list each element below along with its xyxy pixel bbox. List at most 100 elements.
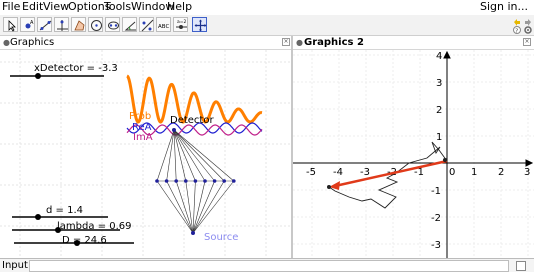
slit-point[interactable]: [222, 179, 226, 183]
move-view-tool-button[interactable]: [192, 17, 207, 32]
slider-lambda[interactable]: lambda = 0.69: [12, 221, 131, 233]
input-label: Input:: [2, 260, 32, 271]
line-tool-button[interactable]: [37, 17, 52, 32]
slit-point[interactable]: [232, 179, 236, 183]
menu-help[interactable]: Help: [167, 0, 192, 14]
reflect-icon: [141, 19, 154, 32]
slit-point[interactable]: [184, 179, 188, 183]
cursor-arrow-icon: [8, 20, 16, 32]
svg-text:?: ?: [515, 28, 518, 34]
slider-tool-button[interactable]: ABC: [156, 17, 171, 32]
redo-icon[interactable]: [524, 18, 532, 26]
path-line: [156, 129, 175, 182]
menu-view[interactable]: View: [43, 0, 69, 14]
path-line: [173, 129, 196, 182]
input-field[interactable]: [29, 260, 509, 272]
path-line: [192, 180, 215, 234]
path-line: [173, 129, 206, 182]
polygon-tool-button[interactable]: [71, 17, 86, 32]
close-graphics-icon[interactable]: ×: [282, 38, 290, 46]
y-tick-label: 1: [436, 132, 442, 143]
polygon-icon: [74, 20, 85, 31]
source-label: Source: [204, 232, 238, 243]
perpendicular-line-icon: [57, 20, 68, 31]
point-icon: A: [25, 20, 34, 29]
move-tool-button[interactable]: [3, 17, 18, 32]
path-line: [192, 180, 225, 234]
slit-point[interactable]: [164, 179, 169, 183]
close-graphics2-icon[interactable]: ×: [523, 38, 531, 46]
xdetector-label: xDetector = -3.3: [34, 63, 118, 74]
ellipse-tool-button[interactable]: [105, 17, 120, 32]
slider-text-icon: ABC: [158, 24, 169, 30]
svg-text:a=2: a=2: [177, 19, 187, 25]
slit-point[interactable]: [193, 179, 198, 183]
svg-text:ABC: ABC: [158, 24, 169, 30]
lambda-label: lambda = 0.69: [57, 221, 131, 232]
y-tick-label: -3: [431, 240, 441, 251]
d-label: d = 1.4: [46, 205, 83, 216]
slit-point[interactable]: [212, 179, 217, 183]
graphics2-panel-title: Graphics 2: [304, 37, 364, 48]
toolbar: A ABC a=2 ?: [0, 15, 534, 36]
svg-text:A: A: [30, 20, 34, 26]
x-tick-label: 2: [498, 167, 504, 178]
x-tick-label: -5: [306, 167, 316, 178]
slit-point[interactable]: [203, 179, 207, 183]
y-tick-label: 4: [436, 51, 442, 62]
x-tick-label: -3: [360, 167, 370, 178]
slider-knob[interactable]: [35, 214, 41, 220]
resultant-amplitude-arrow[interactable]: [334, 159, 448, 188]
slit-points[interactable]: [155, 179, 236, 183]
path-line: [166, 180, 194, 234]
path-line: [185, 180, 194, 234]
slider-icon: a=2: [176, 19, 187, 29]
settings-icon[interactable]: [524, 26, 532, 34]
x-tick-label: 1: [471, 167, 477, 178]
D-label: D = 24.6: [62, 235, 107, 246]
graphics-view[interactable]: xDetector = -3.3 d = 1.4 lambda = 0.69 D…: [0, 50, 291, 258]
arrow-head: [329, 181, 340, 190]
undo-icon[interactable]: [513, 18, 521, 26]
path-line: [173, 129, 225, 182]
detector-label: Detector: [170, 115, 214, 126]
menu-edit[interactable]: Edit: [22, 0, 43, 14]
perpendicular-tool-button[interactable]: [54, 17, 69, 32]
style-bar-toggle-icon[interactable]: ●: [3, 39, 10, 47]
menu-file[interactable]: File: [2, 0, 20, 14]
grid-lines: [293, 50, 534, 258]
y-axis-ticks: 4 3 2 1 -1 -2 -3: [431, 51, 442, 251]
input-help-icon[interactable]: [516, 261, 526, 271]
prob-label: Prob: [129, 111, 151, 122]
detector-point[interactable]: [172, 128, 176, 132]
slit-point[interactable]: [174, 179, 178, 183]
path-line: [175, 180, 194, 234]
slider-d[interactable]: d = 1.4: [12, 205, 108, 220]
reflect-tool-button[interactable]: [139, 17, 154, 32]
source-point[interactable]: [191, 231, 195, 235]
slider-xdetector[interactable]: xDetector = -3.3: [10, 63, 118, 79]
move-graphics-view-icon: [194, 19, 207, 32]
angle-tool-button[interactable]: [122, 17, 137, 32]
arrow-tip-point[interactable]: [327, 185, 331, 189]
angle-icon: [124, 21, 136, 31]
help-icon[interactable]: ?: [513, 26, 521, 34]
graphics2-view[interactable]: -5 -4 -3 -2 -1 0 1 2 3 4 3 2 1 -1 -2 -3: [293, 50, 534, 258]
style-bar-toggle-icon[interactable]: ●: [296, 39, 303, 47]
slider-D[interactable]: D = 24.6: [14, 235, 134, 246]
checkbox-tool-button[interactable]: a=2: [173, 17, 188, 32]
sign-in-link[interactable]: Sign in...: [480, 0, 528, 14]
graphics-panel-header: ● Graphics ×: [0, 36, 291, 50]
y-tick-label: -1: [431, 186, 441, 197]
x-tick-label: 3: [524, 167, 530, 178]
point-tool-button[interactable]: A: [20, 17, 35, 32]
menu-tools[interactable]: Tools: [104, 0, 131, 14]
graphics-panel-title: Graphics: [10, 37, 55, 48]
circle-tool-button[interactable]: [88, 17, 103, 32]
graphics2-panel-header: ● Graphics 2 ×: [293, 36, 534, 50]
ima-label: ImA: [133, 132, 153, 143]
input-bar: Input:: [0, 258, 534, 272]
slit-point[interactable]: [155, 179, 159, 183]
origin-point[interactable]: [443, 158, 447, 162]
circle-icon: [91, 20, 102, 31]
